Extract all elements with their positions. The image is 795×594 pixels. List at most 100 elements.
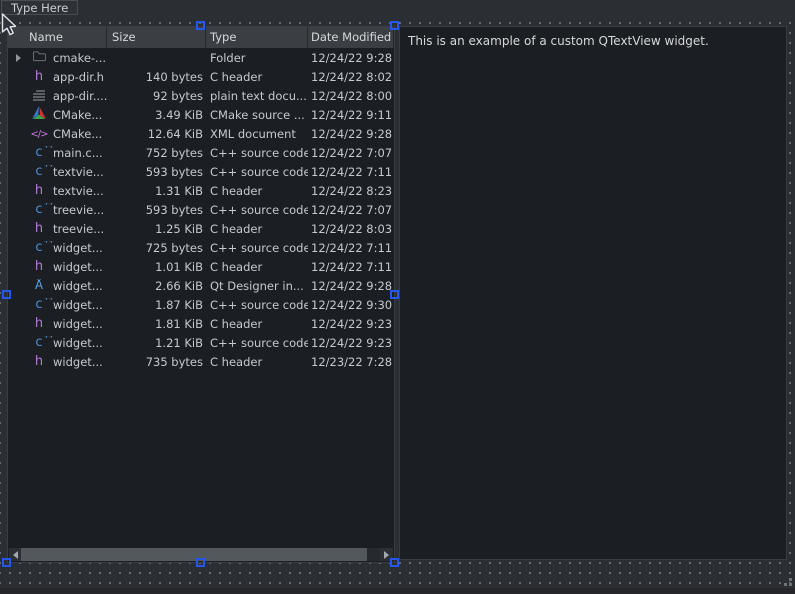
file-size-cell: 752 bytes	[107, 146, 206, 160]
c-header-icon: h	[35, 260, 43, 274]
scrollbar-thumb[interactable]	[21, 548, 367, 561]
file-date-cell: 12/24/22 7:11 .	[308, 260, 394, 274]
designer-form-canvas: Type Here Name Size Type Date Modified c…	[0, 0, 795, 594]
table-row[interactable]: htextvie...1.31 KiBC header12/24/22 8:23…	[8, 181, 394, 200]
file-date-cell: 12/24/22 8:00 .	[308, 89, 394, 103]
expand-arrow-icon[interactable]	[16, 54, 30, 62]
cmake-icon	[32, 106, 46, 120]
file-type-cell: C++ source code	[206, 336, 308, 350]
table-row[interactable]: Åwidget...2.66 KiBQt Designer in...12/24…	[8, 276, 394, 295]
file-date-cell: 12/24/22 9:30 .	[308, 298, 394, 312]
file-type-cell: C++ source code	[206, 203, 308, 217]
file-type-cell: plain text docu...	[206, 89, 308, 103]
file-name-cell: c++main.c...	[8, 146, 107, 160]
file-date-cell: 12/24/22 7:11 .	[308, 165, 394, 179]
file-size-cell: 593 bytes	[107, 203, 206, 217]
selection-handle-bottom-left[interactable]	[2, 558, 11, 567]
file-size-cell: 92 bytes	[107, 89, 206, 103]
column-header-name[interactable]: Name	[8, 27, 107, 48]
c-header-icon: h	[35, 355, 43, 369]
file-name-label: widget...	[53, 260, 103, 274]
file-name-label: widget...	[53, 241, 103, 255]
file-type-cell: CMake source ...	[206, 108, 308, 122]
file-size-cell: 1.25 KiB	[107, 222, 206, 236]
file-name-cell: h app-dir.h	[8, 70, 107, 84]
c-header-icon: h	[35, 317, 43, 331]
tree-header-row: Name Size Type Date Modified	[8, 27, 394, 48]
file-name-label: textvie...	[53, 165, 104, 179]
c-header-icon: h	[35, 70, 43, 84]
cpp-source-icon: c++	[35, 241, 42, 254]
file-type-cell: C++ source code	[206, 146, 308, 160]
file-name-cell: Åwidget...	[8, 279, 107, 293]
selection-handle-mid-left[interactable]	[2, 290, 11, 299]
file-name-cell: c++ treevie...	[8, 203, 107, 217]
file-name-label: app-dir....	[53, 89, 107, 103]
table-row[interactable]: happ-dir.h140 bytesC header12/24/22 8:02…	[8, 67, 394, 86]
file-date-cell: 12/24/22 8:02 .	[308, 70, 394, 84]
cpp-source-icon: c++	[35, 203, 42, 216]
file-name-cell: c++widget...	[8, 336, 107, 350]
menu-bar: Type Here	[0, 0, 795, 15]
table-row[interactable]: c++textvie...593 bytesC++ source code12/…	[8, 162, 394, 181]
table-row[interactable]: hwidget...1.81 KiBC header12/24/22 9:23 …	[8, 314, 394, 333]
file-name-cell: htextvie...	[8, 184, 107, 198]
file-tree-widget[interactable]: Name Size Type Date Modified cmake-...Fo…	[7, 26, 395, 563]
selection-handle-bottom-center[interactable]	[196, 558, 205, 567]
file-name-label: textvie...	[53, 184, 104, 198]
file-date-cell: 12/24/22 8:03 .	[308, 222, 394, 236]
right-arrow-icon	[384, 551, 389, 559]
selection-handle-top-center[interactable]	[196, 21, 205, 30]
qt-designer-ui-icon: Å	[35, 279, 43, 293]
table-row[interactable]: </>CMake...12.64 KiBXML document12/24/22…	[8, 124, 394, 143]
table-row[interactable]: hwidget...1.01 KiBC header12/24/22 7:11 …	[8, 257, 394, 276]
file-date-cell: 12/23/22 7:28 .	[308, 355, 394, 369]
xml-code-icon: </>	[30, 129, 47, 140]
table-row[interactable]: c++main.c...752 bytesC++ source code12/2…	[8, 143, 394, 162]
table-row[interactable]: c++widget...1.21 KiBC++ source code12/24…	[8, 333, 394, 352]
file-name-label: widget...	[53, 279, 103, 293]
file-name-label: treevie...	[53, 203, 104, 217]
file-name-label: cmake-...	[53, 51, 106, 65]
file-date-cell: 12/24/22 7:11 .	[308, 241, 394, 255]
file-type-cell: C++ source code	[206, 165, 308, 179]
file-date-cell: 12/24/22 9:11 .	[308, 108, 394, 122]
file-type-cell: C header	[206, 70, 308, 84]
folder-icon	[32, 50, 47, 62]
selection-handle-mid-right[interactable]	[390, 290, 399, 299]
table-row[interactable]: CMake... 3.49 KiBCMake source ...12/24/22…	[8, 105, 394, 124]
file-size-cell: 1.21 KiB	[107, 336, 206, 350]
file-type-cell: C header	[206, 355, 308, 369]
table-row[interactable]: app-dir....92 bytesplain text docu...12/…	[8, 86, 394, 105]
window-bottom-edge	[0, 588, 795, 594]
file-name-label: CMake...	[53, 108, 102, 122]
cpp-source-icon: c++	[35, 298, 42, 311]
file-date-cell: 12/24/22 8:23 .	[308, 184, 394, 198]
table-row[interactable]: c++widget...725 bytesC++ source code12/2…	[8, 238, 394, 257]
file-size-cell: 12.64 KiB	[107, 127, 206, 141]
file-size-cell: 1.87 KiB	[107, 298, 206, 312]
file-date-cell: 12/24/22 9:23 .	[308, 317, 394, 331]
file-size-cell: 2.66 KiB	[107, 279, 206, 293]
file-size-cell: 3.49 KiB	[107, 108, 206, 122]
table-row[interactable]: htreevie...1.25 KiBC header12/24/22 8:03…	[8, 219, 394, 238]
table-row[interactable]: cmake-...Folder12/24/22 9:28 .	[8, 48, 394, 67]
file-type-cell: XML document	[206, 127, 308, 141]
file-size-cell: 1.01 KiB	[107, 260, 206, 274]
cpp-source-icon: c++	[35, 336, 42, 349]
file-date-cell: 12/24/22 7:07 .	[308, 203, 394, 217]
qtextview-widget[interactable]: This is an example of a custom QTextView…	[399, 26, 787, 560]
selection-handle-top-right[interactable]	[390, 21, 399, 30]
column-header-type[interactable]: Type	[206, 27, 308, 48]
table-row[interactable]: hwidget...735 bytesC header12/23/22 7:28…	[8, 352, 394, 371]
file-name-cell: c++widget...	[8, 298, 107, 312]
column-header-size[interactable]: Size	[107, 27, 206, 48]
selection-handle-bottom-right[interactable]	[390, 558, 399, 567]
file-type-cell: C++ source code	[206, 298, 308, 312]
file-name-cell: app-dir....	[8, 88, 107, 104]
column-header-date-modified[interactable]: Date Modified	[308, 27, 394, 48]
file-name-cell: htreevie...	[8, 222, 107, 236]
file-name-label: app-dir.h	[53, 70, 104, 84]
table-row[interactable]: c++ treevie...593 bytesC++ source code12/…	[8, 200, 394, 219]
table-row[interactable]: c++widget...1.87 KiBC++ source code12/24…	[8, 295, 394, 314]
